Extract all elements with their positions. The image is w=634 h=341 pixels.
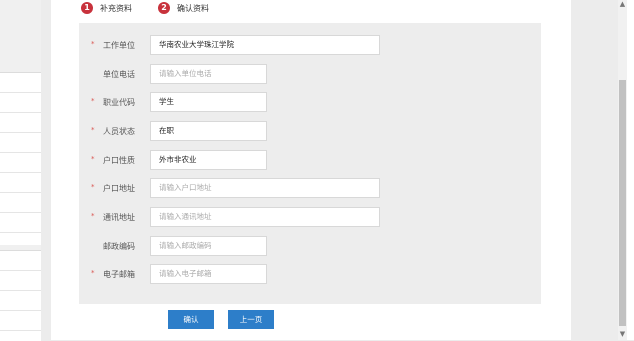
step-2: 2 确认资料 xyxy=(158,0,209,16)
sidebar-row[interactable] xyxy=(0,193,41,213)
sidebar-row[interactable] xyxy=(0,271,41,291)
sidebar-row[interactable] xyxy=(0,113,41,133)
required-mark: * xyxy=(91,269,95,277)
field-label: 户口性质 xyxy=(103,156,135,165)
form-panel: * 工作单位 华南农业大学珠江学院单位电话 请输入单位电话 * 职业代码 学生 * 人员状态 在职… xyxy=(79,23,541,304)
field-label: 职业代码 xyxy=(103,98,135,107)
form-input[interactable]: 请输入单位电话 xyxy=(150,64,267,84)
form-row: * 户口性质 外市非农业 xyxy=(79,150,541,170)
step-label: 确认资料 xyxy=(177,3,209,13)
scrollbar-thumb[interactable] xyxy=(619,80,626,326)
sidebar-row[interactable] xyxy=(0,93,41,113)
sidebar-row[interactable] xyxy=(0,133,41,153)
required-mark: * xyxy=(91,97,95,105)
form-input[interactable]: 请输入邮政编码 xyxy=(150,236,267,256)
required-mark: * xyxy=(91,40,95,48)
sidebar-row[interactable] xyxy=(0,251,41,271)
sidebar-row[interactable] xyxy=(0,213,41,233)
field-label: 单位电话 xyxy=(103,70,135,79)
vertical-scrollbar[interactable]: ▲ ▼ xyxy=(618,0,627,340)
form-row: * 人员状态 在职 xyxy=(79,121,541,141)
step-number-badge: 1 xyxy=(81,2,93,14)
form-row: 单位电话 请输入单位电话 xyxy=(79,64,541,84)
form-row: * 职业代码 学生 xyxy=(79,92,541,112)
form-input[interactable]: 请输入电子邮箱 xyxy=(150,264,267,284)
field-label: 通讯地址 xyxy=(103,213,135,222)
sidebar-list-upper xyxy=(0,72,41,245)
field-label: 电子邮箱 xyxy=(103,270,135,279)
required-mark: * xyxy=(91,183,95,191)
step-number-badge: 2 xyxy=(158,2,170,14)
confirm-button[interactable]: 确认 xyxy=(168,310,214,329)
field-label: 人员状态 xyxy=(103,127,135,136)
form-row: * 通讯地址 请输入通讯地址 xyxy=(79,207,541,227)
form-input[interactable]: 外市非农业 xyxy=(150,150,267,170)
scroll-up-arrow-icon[interactable]: ▲ xyxy=(619,0,626,8)
form-row: * 户口地址 请输入户口地址 xyxy=(79,178,541,198)
left-sidebar xyxy=(0,0,41,341)
right-edge xyxy=(627,0,634,340)
required-mark: * xyxy=(91,212,95,220)
form-input[interactable]: 请输入户口地址 xyxy=(150,178,380,198)
step-label: 补充资料 xyxy=(100,3,132,13)
form-row: * 工作单位 华南农业大学珠江学院 xyxy=(79,35,541,55)
sidebar-row[interactable] xyxy=(0,311,41,331)
scroll-down-arrow-icon[interactable]: ▼ xyxy=(619,330,626,338)
step-1: 1 补充资料 xyxy=(81,0,132,16)
sidebar-row[interactable] xyxy=(0,173,41,193)
required-mark: * xyxy=(91,126,95,134)
field-label: 工作单位 xyxy=(103,41,135,50)
sidebar-row[interactable] xyxy=(0,291,41,311)
form-input[interactable]: 学生 xyxy=(150,92,267,112)
field-label: 户口地址 xyxy=(103,184,135,193)
form-input[interactable]: 在职 xyxy=(150,121,267,141)
form-input[interactable]: 华南农业大学珠江学院 xyxy=(150,35,380,55)
required-mark: * xyxy=(91,155,95,163)
form-row: * 电子邮箱 请输入电子邮箱 xyxy=(79,264,541,284)
field-label: 邮政编码 xyxy=(103,242,135,251)
previous-page-button[interactable]: 上一页 xyxy=(228,310,274,329)
sidebar-row[interactable] xyxy=(0,73,41,93)
sidebar-list-lower xyxy=(0,250,41,341)
form-input[interactable]: 请输入通讯地址 xyxy=(150,207,380,227)
form-row: 邮政编码 请输入邮政编码 xyxy=(79,236,541,256)
sidebar-row[interactable] xyxy=(0,153,41,173)
